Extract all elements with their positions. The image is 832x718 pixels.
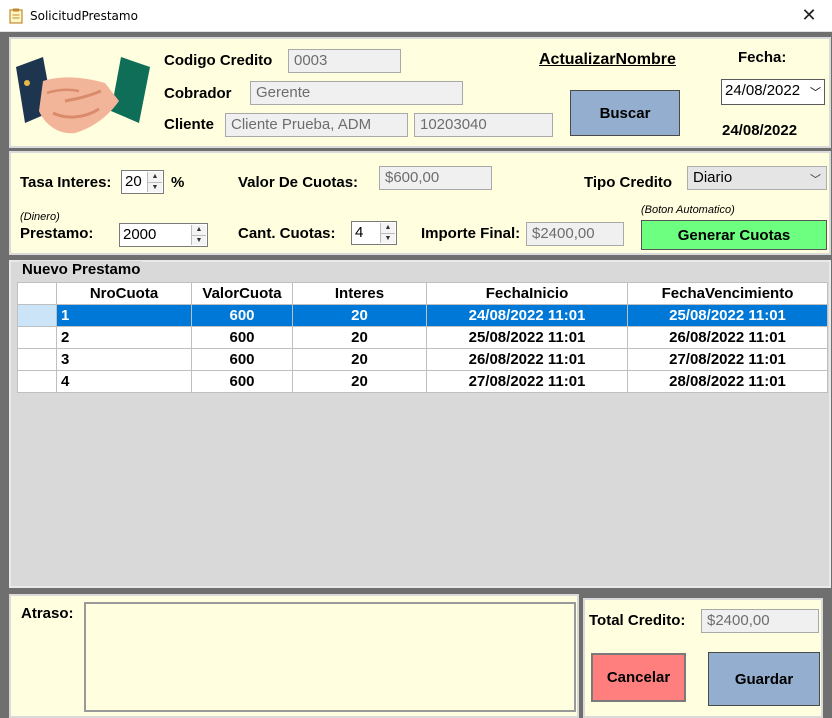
- form-icon: [9, 8, 23, 24]
- tasa-value: 20: [125, 173, 142, 190]
- column-header-interes[interactable]: Interes: [292, 282, 427, 305]
- spin-down-icon[interactable]: ▼: [148, 181, 162, 193]
- cell-fechavencimiento[interactable]: 27/08/2022 11:01: [627, 348, 828, 371]
- cliente-label: Cliente: [164, 116, 215, 133]
- column-header-valorcuota[interactable]: ValorCuota: [191, 282, 293, 305]
- prestamo-label: Prestamo:: [20, 225, 94, 242]
- dinero-note: (Dinero): [20, 211, 60, 223]
- atraso-textarea[interactable]: [84, 602, 576, 712]
- column-header-fechainicio[interactable]: FechaInicio: [426, 282, 628, 305]
- cant-cuotas-label: Cant. Cuotas:: [238, 225, 336, 242]
- cell-interes[interactable]: 20: [292, 348, 427, 371]
- tasa-unit: %: [171, 174, 185, 191]
- cell-fechavencimiento[interactable]: 28/08/2022 11:01: [627, 370, 828, 393]
- row-header[interactable]: [17, 326, 57, 349]
- column-header-nrocuota[interactable]: NroCuota: [56, 282, 192, 305]
- atraso-panel: Atraso:: [9, 594, 579, 718]
- total-label: Total Credito:: [589, 612, 686, 629]
- fecha-label: Fecha:: [738, 49, 787, 66]
- prestamo-spin[interactable]: ▲ ▼: [191, 225, 206, 245]
- table-row[interactable]: 3 600 20 26/08/2022 11:01 27/08/2022 11:…: [17, 348, 828, 371]
- cell-interes[interactable]: 20: [292, 304, 427, 327]
- valor-cuotas-field[interactable]: $600,00: [379, 166, 492, 190]
- cuotas-grid[interactable]: NroCuota ValorCuota Interes FechaInicio …: [17, 282, 828, 393]
- spin-up-icon[interactable]: ▲: [148, 172, 162, 182]
- chevron-down-icon: ﹀: [810, 174, 821, 186]
- cobrador-field[interactable]: Gerente: [250, 81, 463, 105]
- row-header[interactable]: [17, 348, 57, 371]
- boton-note: (Boton Automatico): [641, 204, 735, 216]
- buscar-button[interactable]: Buscar: [570, 90, 680, 136]
- tipo-credito-value: Diario: [693, 169, 733, 186]
- spin-up-icon[interactable]: ▲: [381, 223, 395, 233]
- cant-cuotas-value: 4: [355, 224, 364, 241]
- fecha-text: 24/08/2022: [722, 122, 798, 139]
- tasa-stepper[interactable]: 20 ▲ ▼: [121, 170, 164, 194]
- title-bar: SolicitudPrestamo ✕: [0, 0, 832, 32]
- importe-label: Importe Final:: [421, 225, 521, 242]
- generar-cuotas-button[interactable]: Generar Cuotas: [641, 220, 827, 250]
- chevron-down-icon: ﹀: [810, 87, 821, 99]
- group-title: Nuevo Prestamo: [20, 261, 143, 278]
- tasa-label: Tasa Interes:: [20, 174, 112, 191]
- valor-cuotas-label: Valor De Cuotas:: [238, 174, 359, 191]
- table-row[interactable]: 2 600 20 25/08/2022 11:01 26/08/2022 11:…: [17, 326, 828, 349]
- cell-interes[interactable]: 20: [292, 370, 427, 393]
- codigo-label: Codigo Credito: [164, 52, 273, 69]
- tasa-spin[interactable]: ▲ ▼: [147, 172, 162, 192]
- cell-fechainicio[interactable]: 25/08/2022 11:01: [426, 326, 628, 349]
- params-panel: Tasa Interes: 20 ▲ ▼ % Valor De Cuotas: $…: [9, 151, 831, 255]
- spin-up-icon[interactable]: ▲: [192, 225, 206, 235]
- spin-down-icon[interactable]: ▼: [381, 232, 395, 244]
- actualizar-nombre-link[interactable]: ActualizarNombre: [539, 51, 676, 69]
- cell-nrocuota[interactable]: 4: [56, 370, 192, 393]
- importe-field[interactable]: $2400,00: [526, 222, 624, 246]
- window-title: SolicitudPrestamo: [30, 9, 138, 23]
- prestamo-stepper[interactable]: 2000 ▲ ▼: [119, 223, 208, 247]
- cliente-id-field[interactable]: 10203040: [414, 113, 553, 137]
- cancelar-button[interactable]: Cancelar: [591, 653, 686, 702]
- cell-nrocuota[interactable]: 1: [56, 304, 192, 327]
- close-button[interactable]: ✕: [786, 0, 832, 31]
- table-row[interactable]: 4 600 20 27/08/2022 11:01 28/08/2022 11:…: [17, 370, 828, 393]
- cell-fechainicio[interactable]: 27/08/2022 11:01: [426, 370, 628, 393]
- nuevo-prestamo-group: Nuevo Prestamo NroCuota ValorCuota Inter…: [9, 260, 831, 588]
- cell-nrocuota[interactable]: 3: [56, 348, 192, 371]
- grid-header-row: NroCuota ValorCuota Interes FechaInicio …: [17, 282, 828, 305]
- cell-fechainicio[interactable]: 26/08/2022 11:01: [426, 348, 628, 371]
- cell-valorcuota[interactable]: 600: [191, 304, 293, 327]
- cant-cuotas-spin[interactable]: ▲ ▼: [380, 223, 395, 243]
- row-header[interactable]: [17, 304, 57, 327]
- close-icon: ✕: [801, 5, 817, 25]
- cobrador-label: Cobrador: [164, 85, 232, 102]
- tipo-credito-label: Tipo Credito: [584, 174, 673, 191]
- table-row[interactable]: 1 600 20 24/08/2022 11:01 25/08/2022 11:…: [17, 304, 828, 327]
- row-header-corner: [17, 282, 57, 305]
- cell-fechainicio[interactable]: 24/08/2022 11:01: [426, 304, 628, 327]
- cell-valorcuota[interactable]: 600: [191, 370, 293, 393]
- codigo-field[interactable]: 0003: [288, 49, 401, 73]
- fecha-picker-value: 24/08/2022: [725, 82, 801, 99]
- guardar-button[interactable]: Guardar: [708, 652, 820, 706]
- header-panel: Codigo Credito 0003 Cobrador Gerente Cli…: [9, 37, 831, 148]
- prestamo-value: 2000: [123, 226, 157, 243]
- cell-valorcuota[interactable]: 600: [191, 326, 293, 349]
- column-header-fechavencimiento[interactable]: FechaVencimiento: [627, 282, 828, 305]
- atraso-label: Atraso:: [21, 605, 74, 622]
- total-field[interactable]: $2400,00: [701, 609, 819, 633]
- cell-valorcuota[interactable]: 600: [191, 348, 293, 371]
- window-client: Codigo Credito 0003 Cobrador Gerente Cli…: [0, 32, 832, 718]
- cliente-name-field[interactable]: Cliente Prueba, ADM: [225, 113, 408, 137]
- cell-nrocuota[interactable]: 2: [56, 326, 192, 349]
- tipo-credito-select[interactable]: Diario ﹀: [687, 166, 827, 190]
- spin-down-icon[interactable]: ▼: [192, 234, 206, 246]
- cell-fechavencimiento[interactable]: 25/08/2022 11:01: [627, 304, 828, 327]
- cant-cuotas-stepper[interactable]: 4 ▲ ▼: [351, 221, 397, 245]
- fecha-picker[interactable]: 24/08/2022 ﹀: [721, 79, 825, 105]
- cell-fechavencimiento[interactable]: 26/08/2022 11:01: [627, 326, 828, 349]
- total-panel: Total Credito: $2400,00 Cancelar Guardar: [583, 598, 823, 718]
- row-header[interactable]: [17, 370, 57, 393]
- handshake-icon: [16, 57, 150, 134]
- cell-interes[interactable]: 20: [292, 326, 427, 349]
